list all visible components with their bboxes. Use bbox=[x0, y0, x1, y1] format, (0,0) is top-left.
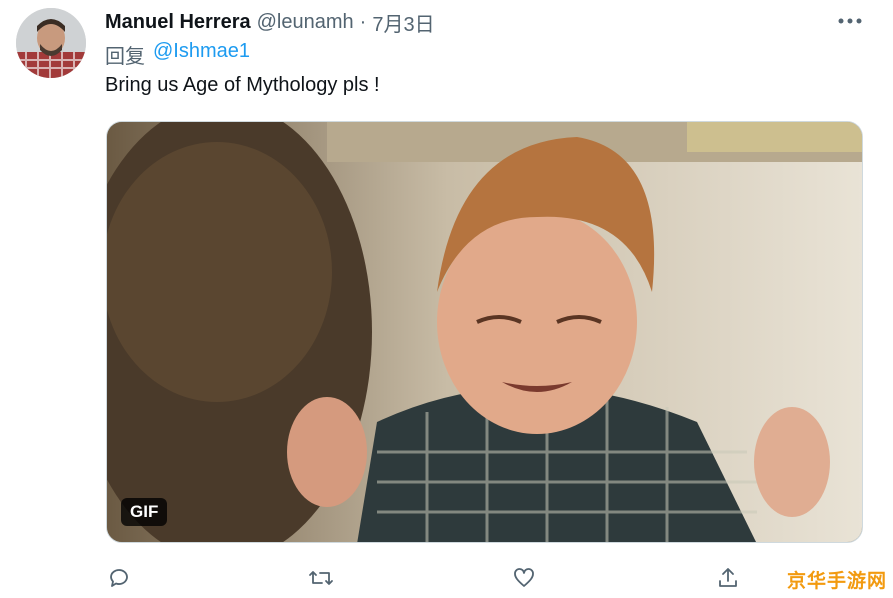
reply-label: 回复 bbox=[105, 46, 145, 68]
author-handle[interactable]: @leunamh bbox=[257, 11, 354, 34]
heart-icon bbox=[514, 568, 534, 587]
avatar-image bbox=[16, 8, 86, 78]
gif-badge: GIF bbox=[121, 498, 168, 526]
comment-icon bbox=[110, 569, 128, 587]
gif-image bbox=[107, 122, 862, 542]
tweet-media-gif[interactable] bbox=[106, 121, 863, 543]
more-icon bbox=[838, 18, 862, 24]
separator-dot: · bbox=[359, 10, 367, 33]
reply-button[interactable] bbox=[103, 562, 135, 594]
share-icon bbox=[719, 568, 737, 587]
author-name[interactable]: Manuel Herrera bbox=[105, 11, 251, 34]
reply-mention-link[interactable]: @Ishmae1 bbox=[153, 40, 250, 69]
like-button[interactable] bbox=[508, 562, 540, 594]
watermark: 京华手游网 bbox=[786, 571, 887, 592]
retweet-icon bbox=[309, 571, 333, 585]
tweet-header: Manuel Herrera @leunamh · 7月3日 bbox=[105, 8, 435, 36]
share-button[interactable] bbox=[712, 562, 744, 594]
avatar[interactable] bbox=[16, 8, 86, 78]
tweet-actions bbox=[0, 562, 893, 594]
more-options-button[interactable] bbox=[835, 10, 865, 32]
retweet-button[interactable] bbox=[305, 562, 337, 594]
reply-context: 回复 @Ishmae1 bbox=[105, 40, 250, 69]
tweet-date[interactable]: 7月3日 bbox=[372, 8, 434, 37]
tweet-text: Bring us Age of Mythology pls ! bbox=[105, 74, 380, 96]
